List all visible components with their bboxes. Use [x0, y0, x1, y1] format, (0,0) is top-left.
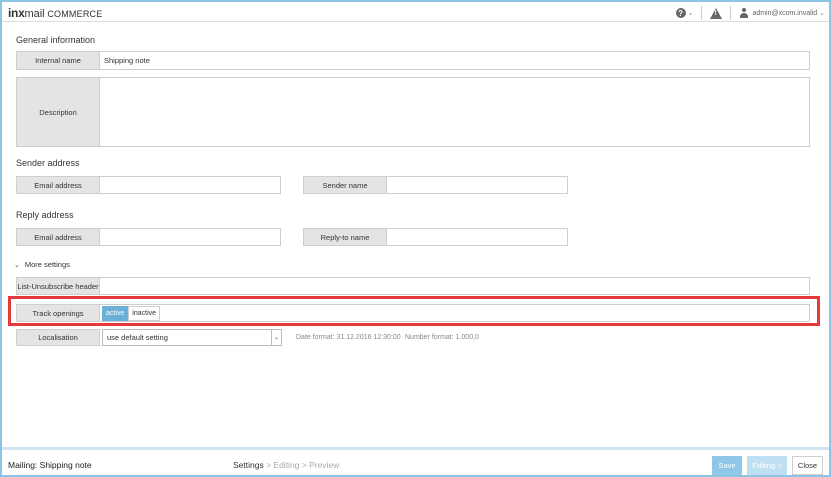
- track-openings-label: Track openings: [16, 304, 100, 322]
- date-format-hint: Date format: 31.12.2016 12:30:00: [296, 334, 401, 341]
- list-unsubscribe-label: List-Unsubscribe header: [16, 277, 100, 295]
- reply-to-name-input[interactable]: [386, 228, 568, 246]
- chevron-down-icon: ⌄: [14, 261, 20, 269]
- user-email[interactable]: admin@xcom.invalid: [752, 10, 817, 17]
- reply-email-label: Email address: [16, 228, 100, 246]
- track-active-option[interactable]: active: [102, 306, 129, 321]
- step-settings[interactable]: Settings: [233, 460, 264, 470]
- description-label: Description: [16, 77, 100, 147]
- sender-email-label: Email address: [16, 176, 100, 194]
- settings-form: General information Internal name Shippi…: [2, 23, 829, 447]
- logo-text-mid: mail: [24, 8, 45, 20]
- track-openings-field: [99, 304, 810, 322]
- close-button[interactable]: Close: [792, 456, 823, 475]
- header-actions: ? ⌄ ! admin@xcom.invalid ⌄: [675, 6, 825, 20]
- divider: [701, 6, 703, 20]
- sender-name-label: Sender name: [303, 176, 387, 194]
- reply-email-input[interactable]: [99, 228, 281, 246]
- app-logo: inxmail COMMERCE: [8, 6, 102, 20]
- chevron-down-icon[interactable]: ⌄: [819, 9, 825, 17]
- save-button[interactable]: Save: [712, 456, 742, 475]
- list-unsubscribe-input[interactable]: [99, 277, 810, 295]
- track-inactive-option[interactable]: inactive: [128, 306, 161, 321]
- logo-product-text: COMMERCE: [44, 9, 103, 19]
- track-openings-toggle: active inactive: [102, 306, 161, 321]
- mailing-title: Mailing: Shipping note: [8, 460, 92, 470]
- more-settings-toggle[interactable]: ⌄ More settings: [14, 260, 70, 269]
- section-title-general: General information: [16, 35, 96, 45]
- internal-name-label: Internal name: [16, 51, 100, 70]
- user-icon: [739, 8, 749, 18]
- reply-to-name-label: Reply-to name: [303, 228, 387, 246]
- localisation-select[interactable]: use default setting ⌄: [102, 329, 282, 346]
- warning-icon[interactable]: !: [710, 7, 723, 19]
- warning-glyph: !: [714, 9, 717, 17]
- localisation-label: Localisation: [16, 329, 100, 346]
- sender-name-input[interactable]: [386, 176, 568, 194]
- more-settings-label: More settings: [24, 260, 70, 269]
- step-rest: > Editing > Preview: [263, 460, 340, 470]
- help-icon[interactable]: ?: [675, 8, 686, 18]
- sender-email-input[interactable]: [99, 176, 281, 194]
- chevron-down-icon[interactable]: ⌄: [688, 9, 694, 17]
- section-title-sender: Sender address: [16, 158, 80, 168]
- chevron-down-icon[interactable]: ⌄: [271, 330, 281, 345]
- section-title-reply: Reply address: [16, 210, 74, 220]
- internal-name-input[interactable]: Shipping note: [99, 51, 810, 70]
- wizard-steps: Settings > Editing > Preview: [233, 460, 339, 470]
- editing-button[interactable]: Editing >: [747, 456, 787, 475]
- localisation-value: use default setting: [107, 333, 168, 342]
- description-textarea[interactable]: [99, 77, 810, 147]
- logo-text-bold: inx: [8, 6, 25, 20]
- number-format-hint: Number format: 1.000,0: [405, 334, 479, 341]
- divider: [730, 6, 732, 20]
- top-bar: inxmail COMMERCE ? ⌄ ! admin@xcom.invali…: [2, 2, 829, 22]
- footer-bar: Mailing: Shipping note Settings > Editin…: [2, 447, 829, 475]
